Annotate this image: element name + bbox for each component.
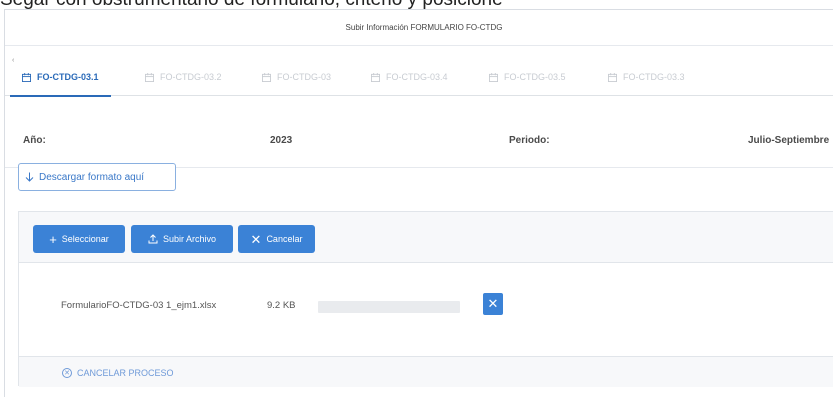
upload-icon [148, 234, 158, 244]
close-icon: ✕ [250, 231, 262, 247]
remove-file-button[interactable]: ✕ [483, 293, 503, 315]
dialog-title: Subir Información FORMULARIO FO-CTDG [5, 10, 833, 46]
file-name: FormularioFO-CTDG-03 1_ejm1.xlsx [61, 300, 217, 311]
upload-file-label: Subir Archivo [162, 234, 217, 244]
tab-fo-ctdg-03-3[interactable]: FO-CTDG-03.3 [608, 64, 685, 90]
tab-label: FO-CTDG-03 [277, 72, 331, 82]
calendar-icon [22, 72, 31, 82]
year-value: 2023 [270, 135, 293, 146]
plus-icon: + [49, 231, 57, 247]
file-list-item: FormularioFO-CTDG-03 1_ejm1.xlsx 9.2 KB … [19, 264, 833, 354]
tab-fo-ctdg-03-5[interactable]: FO-CTDG-03.5 [489, 64, 566, 90]
period-value: Julio-Septiembre [748, 135, 830, 146]
tab-label: FO-CTDG-03.4 [386, 72, 448, 82]
tab-label: FO-CTDG-03.1 [37, 72, 99, 82]
select-file-label: Seleccionar [61, 234, 109, 244]
file-upload-panel: + Seleccionar Subir Archivo ✕ Cancelar F… [18, 211, 833, 387]
download-template-button[interactable]: Descargar formato aquí [18, 163, 176, 191]
cancel-process-label: CANCELAR PROCESO [77, 368, 174, 378]
calendar-icon [145, 72, 154, 82]
select-file-button[interactable]: + Seleccionar [33, 225, 125, 253]
period-info-row: Año: 2023 Periodo: Julio-Septiembre [5, 108, 833, 168]
cancel-upload-button[interactable]: ✕ Cancelar [238, 225, 315, 253]
calendar-icon [489, 72, 498, 82]
period-label: Periodo: [509, 135, 550, 146]
tab-label: FO-CTDG-03.5 [504, 72, 566, 82]
calendar-icon [608, 72, 617, 82]
cancel-upload-label: Cancelar [266, 234, 303, 244]
tab-bar: FO-CTDG-03.1 FO-CTDG-03.2 FO-CTDG-03 FO-… [5, 46, 833, 97]
download-template-label: Descargar formato aquí [39, 171, 145, 183]
calendar-icon [371, 72, 380, 82]
close-icon: ✕ [487, 296, 499, 311]
tab-label: FO-CTDG-03.3 [623, 72, 685, 82]
circle-close-icon: ✕ [62, 368, 72, 378]
tab-fo-ctdg-03-2[interactable]: FO-CTDG-03.2 [145, 64, 222, 90]
upload-toolbar: + Seleccionar Subir Archivo ✕ Cancelar [19, 212, 833, 263]
year-label: Año: [23, 135, 46, 146]
tabs-scroll-left-icon[interactable]: ‹ [12, 57, 14, 64]
file-size: 9.2 KB [267, 300, 296, 311]
upload-file-button[interactable]: Subir Archivo [131, 225, 233, 253]
upload-footer: ✕ CANCELAR PROCESO [19, 356, 833, 387]
upload-progress-bar [318, 301, 460, 313]
background-caption: Segar con obstrumentario de formulario, … [0, 0, 833, 9]
tab-fo-ctdg-03[interactable]: FO-CTDG-03 [262, 64, 331, 90]
cancel-process-button[interactable]: ✕ CANCELAR PROCESO [62, 368, 174, 378]
calendar-icon [262, 72, 271, 82]
arrow-down-icon [25, 172, 34, 182]
tab-fo-ctdg-03-1[interactable]: FO-CTDG-03.1 [10, 64, 110, 97]
tab-fo-ctdg-03-4[interactable]: FO-CTDG-03.4 [371, 64, 448, 90]
tab-label: FO-CTDG-03.2 [160, 72, 222, 82]
